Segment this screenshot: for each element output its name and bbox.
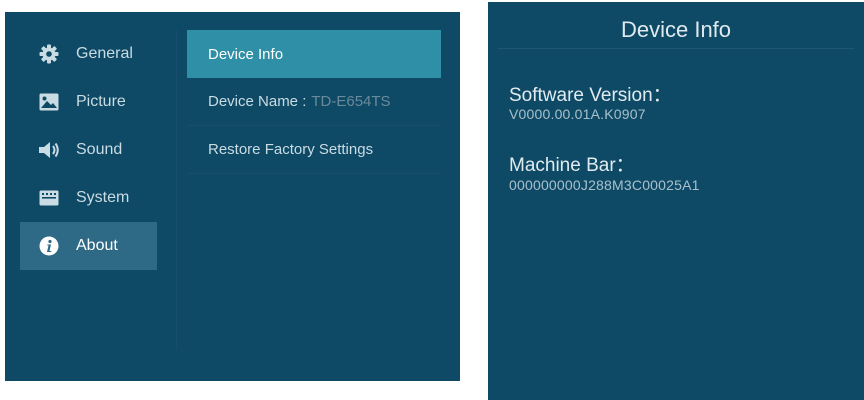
sidebar-item-sound[interactable]: Sound (20, 126, 157, 174)
menu-item-label: Device Name : (208, 93, 307, 110)
info-icon (38, 235, 60, 257)
about-menu: Device Info Device Name : TD-E654TS Rest… (187, 30, 441, 174)
machine-bar-label: Machine Bar： (509, 155, 635, 176)
image-icon (38, 91, 60, 113)
title-divider (498, 48, 854, 49)
page-title: Device Info (620, 17, 732, 42)
sidebar-item-picture[interactable]: Picture (20, 78, 157, 126)
speaker-icon (38, 139, 60, 161)
software-version-label: Software Version： (509, 85, 672, 106)
settings-sidebar: General Picture Sound System About (20, 30, 157, 270)
sidebar-item-label: General (76, 45, 133, 62)
gear-icon (38, 43, 60, 65)
menu-item-restore-factory-settings[interactable]: Restore Factory Settings (187, 126, 441, 174)
keyboard-icon (38, 187, 60, 209)
software-version-value: V0000.00.01A.K0907 (509, 106, 646, 122)
sidebar-item-label: About (76, 237, 118, 254)
sidebar-item-about[interactable]: About (20, 222, 157, 270)
menu-item-label: Restore Factory Settings (208, 141, 374, 158)
settings-panel: General Picture Sound System About Devic… (5, 12, 460, 381)
device-info-panel: Device Info Software Version： V0000.00.0… (488, 2, 864, 400)
device-name-value: TD-E654TS (311, 93, 391, 110)
panel-divider (176, 30, 177, 350)
sidebar-item-label: System (76, 189, 130, 206)
menu-item-label: Device Info (208, 45, 284, 63)
menu-item-device-info[interactable]: Device Info (187, 30, 441, 78)
sidebar-item-general[interactable]: General (20, 30, 157, 78)
sidebar-item-label: Picture (76, 93, 126, 110)
sidebar-item-system[interactable]: System (20, 174, 157, 222)
menu-item-device-name[interactable]: Device Name : TD-E654TS (187, 78, 441, 126)
sidebar-item-label: Sound (76, 141, 123, 158)
machine-bar-value: 000000000J288M3C00025A1 (509, 177, 700, 193)
